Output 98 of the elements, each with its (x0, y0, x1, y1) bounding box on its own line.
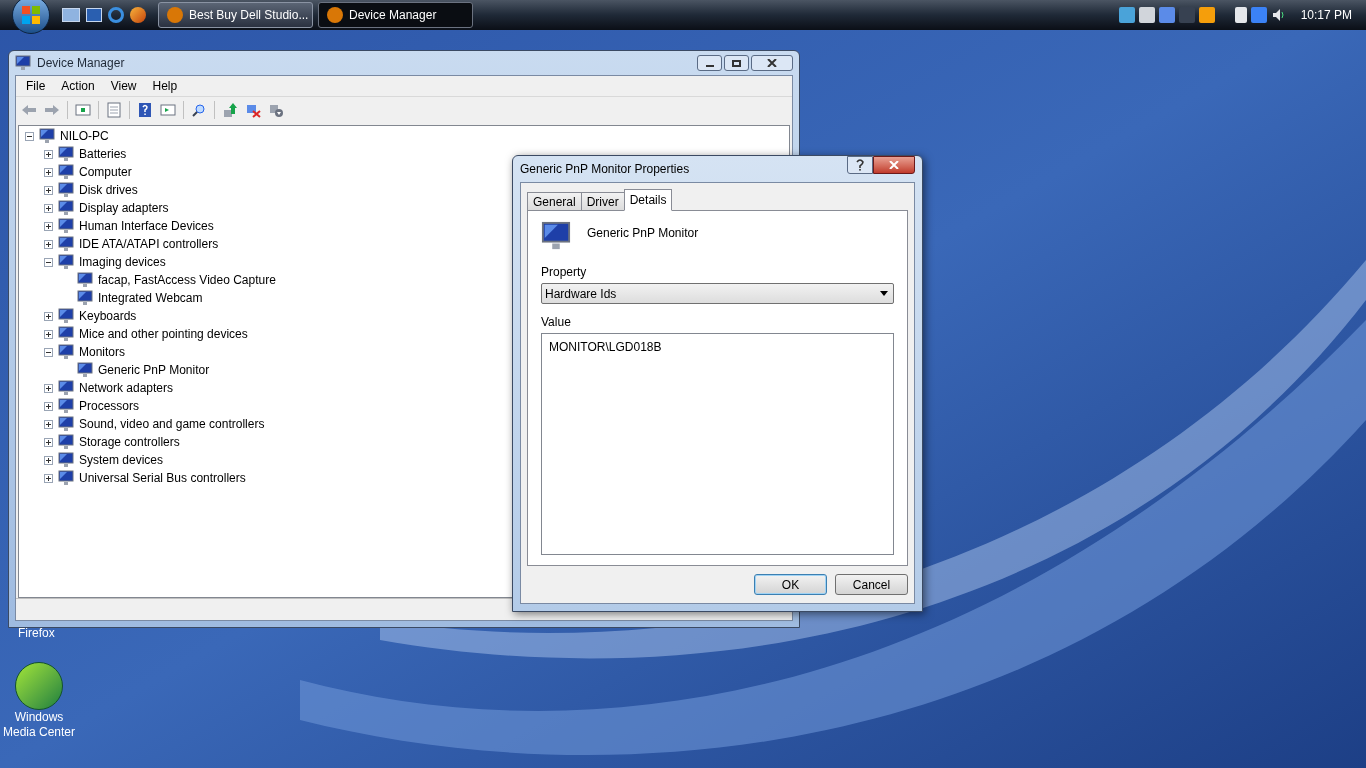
close-button[interactable] (873, 156, 915, 174)
tree-item[interactable]: Generic PnP Monitor (97, 361, 211, 379)
switch-windows-icon[interactable] (86, 8, 102, 22)
monitor-icon (541, 221, 571, 251)
expand-toggle[interactable] (44, 221, 53, 231)
device-manager-icon (15, 55, 31, 71)
expand-toggle[interactable] (44, 203, 53, 213)
document-icon (106, 101, 122, 118)
collapse-toggle[interactable] (44, 347, 53, 357)
question-mark-icon (856, 159, 864, 171)
expand-toggle[interactable] (44, 401, 53, 411)
menu-item[interactable]: Action (55, 77, 101, 95)
menu-item[interactable]: View (104, 77, 143, 95)
expand-toggle[interactable] (44, 185, 53, 195)
help-icon (137, 101, 153, 118)
device-icon (58, 308, 74, 324)
tree-item[interactable]: Imaging devices (78, 253, 167, 271)
device-icon (58, 182, 74, 198)
device-icon (58, 416, 74, 432)
close-icon (889, 161, 899, 169)
desktop-icon-label[interactable]: Windows Media Center (0, 710, 78, 740)
device-icon (58, 236, 74, 252)
dialog-button[interactable]: OK (754, 574, 827, 595)
taskbar-button[interactable]: Device Manager (318, 2, 473, 28)
device-icon (58, 398, 74, 414)
tree-item[interactable]: Display adapters (78, 199, 170, 217)
panel-icon (75, 101, 91, 118)
expand-toggle[interactable] (44, 473, 53, 483)
tree-item[interactable]: facap, FastAccess Video Capture (97, 271, 277, 289)
device-icon (58, 344, 74, 360)
dropdown-arrow-icon (880, 291, 888, 296)
clock[interactable]: 10:17 PM (1300, 6, 1352, 24)
tree-item[interactable]: Network adapters (78, 379, 175, 397)
field-label: Property (541, 264, 588, 281)
magnifier-icon (191, 101, 207, 118)
menu-item[interactable]: Help (146, 77, 184, 95)
window-title: Device Manager (37, 55, 125, 72)
tree-item[interactable]: Batteries (78, 145, 128, 163)
collapse-toggle[interactable] (44, 257, 53, 267)
tab[interactable]: General (527, 192, 582, 211)
maximize-button[interactable] (724, 55, 749, 71)
expand-toggle[interactable] (44, 239, 53, 249)
tree-item[interactable]: IDE ATA/ATAPI controllers (78, 235, 220, 253)
speaker-icon[interactable] (1270, 7, 1287, 23)
field-label: Value (541, 314, 572, 331)
device-icon (58, 218, 74, 234)
tree-item[interactable]: System devices (78, 451, 165, 469)
start-button[interactable] (12, 0, 50, 34)
minimize-button[interactable] (697, 55, 722, 71)
tree-item[interactable]: Sound, video and game controllers (78, 415, 266, 433)
tree-item[interactable]: Monitors (78, 343, 126, 361)
menu-item[interactable]: File (20, 77, 52, 95)
device-icon (77, 362, 93, 378)
expand-toggle[interactable] (44, 383, 53, 393)
close-icon (767, 59, 777, 67)
device-icon (58, 452, 74, 468)
desktop-icon-label[interactable]: Firefox (18, 624, 55, 642)
device-icon (58, 164, 74, 180)
device-icon (58, 470, 74, 486)
tree-item[interactable]: Disk drives (78, 181, 139, 199)
tree-item[interactable]: Human Interface Devices (78, 217, 215, 235)
device-icon (77, 272, 93, 288)
expand-toggle[interactable] (44, 419, 53, 429)
device-icon (58, 380, 74, 396)
expand-toggle[interactable] (44, 329, 53, 339)
taskbar-button[interactable]: Best Buy Dell Studio... (158, 2, 313, 28)
expand-toggle[interactable] (44, 167, 53, 177)
tree-item[interactable]: Computer (78, 163, 133, 181)
expand-toggle[interactable] (44, 149, 53, 159)
tab[interactable]: Details (623, 189, 673, 211)
tree-item[interactable]: Storage controllers (78, 433, 181, 451)
device-name: Generic PnP Monitor (587, 225, 699, 242)
device-icon (77, 290, 93, 306)
property-dropdown[interactable]: Hardware Ids (541, 283, 894, 304)
dialog-title: Generic PnP Monitor Properties (520, 161, 690, 178)
expand-toggle[interactable] (44, 437, 53, 447)
device-icon (58, 200, 74, 216)
panel-icon (160, 101, 176, 118)
expand-toggle[interactable] (44, 455, 53, 465)
help-button[interactable] (847, 156, 873, 174)
up-arrow-icon (222, 101, 238, 118)
device-icon (58, 254, 74, 270)
tree-item[interactable]: Integrated Webcam (97, 289, 204, 307)
device-icon (58, 434, 74, 450)
tree-item[interactable]: NILO-PC (59, 127, 110, 145)
tree-item[interactable]: Mice and other pointing devices (78, 325, 249, 343)
device-icon (58, 326, 74, 342)
dialog-button[interactable]: Cancel (835, 574, 908, 595)
list-item[interactable]: MONITOR\LGD018B (549, 338, 886, 356)
collapse-toggle[interactable] (25, 131, 34, 141)
tree-item[interactable]: Processors (78, 397, 141, 415)
close-button[interactable] (751, 55, 793, 71)
device-icon (39, 128, 55, 144)
expand-toggle[interactable] (44, 311, 53, 321)
device-icon (58, 146, 74, 162)
tree-item[interactable]: Universal Serial Bus controllers (78, 469, 247, 487)
windows-logo-icon (21, 5, 41, 25)
tree-item[interactable]: Keyboards (78, 307, 138, 325)
